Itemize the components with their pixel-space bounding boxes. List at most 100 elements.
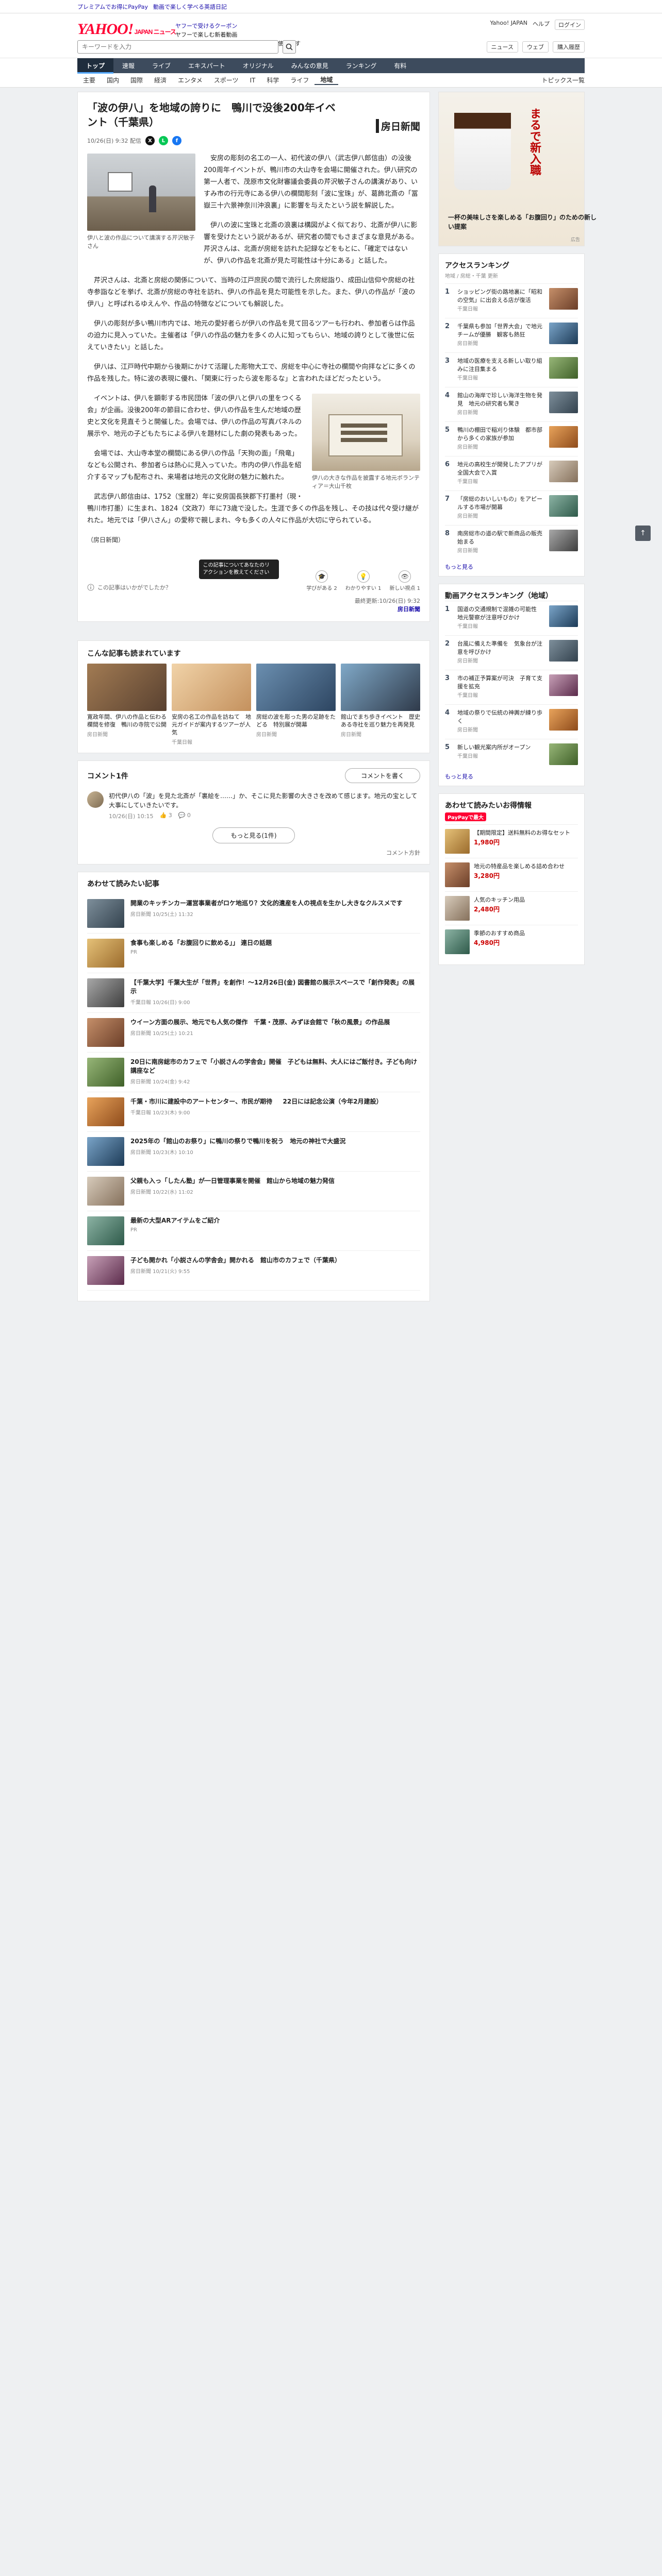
ranking-item[interactable]: 3 地域の医療を支える新しい取り組みに注目集まる 千葉日報 [445,352,578,387]
nav-item-top[interactable]: トップ [77,58,114,74]
subnav-item-domestic[interactable]: 国内 [101,76,125,84]
x-share-icon[interactable]: X [145,136,155,145]
nav-item-breaking[interactable]: 速報 [113,58,143,74]
list-item-ad[interactable]: 最新の大型ARアイテムをご紹介 PR [87,1211,420,1251]
reaction-new-view-button[interactable]: 👁 新しい視点 1 [389,570,420,591]
product-image [445,862,470,887]
feedback-label: この記事はいかがでしたか？ [97,584,171,591]
coffee-cup-image [454,113,511,190]
ranking-item[interactable]: 5 鴨川の棚田で稲刈り体験 都市部から多くの家族が参加 房日新聞 [445,421,578,456]
avatar[interactable] [87,791,104,808]
nav-item-ranking[interactable]: ランキング [337,58,386,74]
list-item[interactable]: 開業のキッチンカー運営事業者がロケ地巡り？文化的遺産を人の視点を生かし大きなクル… [87,894,420,934]
help-link[interactable]: ヘルプ [533,20,550,30]
subnav-item-science[interactable]: 科学 [261,76,285,84]
ranking-item[interactable]: 3 市の補正予算案が可決 子育て支援を拡充 千葉日報 [445,670,578,704]
purchase-history-button[interactable]: 購入履歴 [553,41,585,53]
recommended-tile[interactable]: 房総の波を彫った男の足跡をたどる 特別展が開幕 房日新聞 [256,664,336,745]
nav-item-opinion[interactable]: みんなの意見 [283,58,337,74]
thumbnail [549,426,578,448]
comment-policy-link[interactable]: コメント方針 [87,849,420,857]
sidebar-ad[interactable]: まるで新入職 一杯の美味しさを楽しめる「お腹回り」のための新しい提案 広告 [438,92,597,246]
list-item[interactable]: 子ども開かれ「小説さんの学舎会」開かれる 館山市のカフェで（千葉県） 房日新聞 1… [87,1251,420,1291]
list-item[interactable]: 2025年の「館山のお祭り」に鴨川の祭りで鴨川を祝う 地元の神社で大盛況 房日新聞… [87,1132,420,1172]
ranking-item[interactable]: 5 新しい観光案内所がオープン 千葉日報 [445,739,578,769]
comments-title: コメント1件 [87,772,128,781]
subnav-item-sports[interactable]: スポーツ [208,76,244,84]
subnav-item-entertainment[interactable]: エンタメ [172,76,208,84]
subnav-item-local[interactable]: 地域 [315,75,339,85]
reaction-buttons: 🎓 学びがある 2 💡 わかりやすい 1 👁 新しい視点 1 [306,570,420,591]
publisher-link[interactable]: 房日新聞 [398,606,420,613]
product-item[interactable]: 【期間限定】送料無料のお得なセット 1,980円 [445,824,578,858]
product-item[interactable]: 人気のキッチン用品 2,480円 [445,891,578,925]
nav-item-original[interactable]: オリジナル [234,58,283,74]
article-paragraph: 伊八は、江戸時代中期から後期にかけて活躍した彫物大工で、房総を中心に寺社の欄間や… [87,363,416,383]
yahoo-japan-link[interactable]: Yahoo! JAPAN [490,20,527,30]
artwork-photo[interactable] [312,394,420,471]
product-image [445,896,470,921]
thumbnail [549,605,578,627]
lecture-photo[interactable] [87,154,195,231]
ranking-item[interactable]: 6 地元の高校生が開発したアプリが全国大会で入賞 千葉日報 [445,456,578,490]
header-notice[interactable]: ヤフーで受けるクーポン [175,23,237,29]
login-button[interactable]: ログイン [555,20,585,30]
yahoo-logo[interactable]: YAHOO! JAPAN ニュース [77,21,176,38]
nav-item-live[interactable]: ライブ [143,58,179,74]
reaction-learn-button[interactable]: 🎓 学びがある 2 [306,570,337,591]
promo-link-2[interactable]: 動画で楽しく学べる英語日記 [153,3,227,11]
recommended-tile[interactable]: 寛政年間、伊八の作品と伝わる欄間を修復 鴨川の寺院で公開 房日新聞 [87,664,167,745]
list-item[interactable]: 千葉・市川に建設中のアートセンター、市民が期待 22日には記念公演（今年2月建設… [87,1092,420,1132]
list-item[interactable]: 【千葉大学】千葉大生が「世界」を創作！～12月26日(金) 図書館の展示スペース… [87,973,420,1013]
promo-link[interactable]: プレミアムでお得にPayPay [77,3,148,11]
ranking-item[interactable]: 4 館山の海岸で珍しい海洋生物を発見 地元の研究者も驚き 房日新聞 [445,387,578,421]
comment-like-button[interactable]: 👍 3 [159,812,172,820]
video-ranking-more-link[interactable]: もっと見る [445,772,578,781]
list-item[interactable]: 父親も入っ「したん塾」が一日管理事業を開催 館山から地域の魅力発信 房日新聞 10… [87,1172,420,1211]
header-right-links: Yahoo! JAPAN ヘルプ ログイン [490,20,585,30]
recommended-tile[interactable]: 館山でまち歩きイベント 歴史ある寺社を巡り魅力を再発見 房日新聞 [341,664,420,745]
search-button[interactable] [283,40,296,54]
ranking-item[interactable]: 2 千葉県も参加「世界大会」で地元チームが優勝 観客も熱狂 房日新聞 [445,318,578,352]
access-ranking-sub: 地域 / 房総・千葉 更新 [445,274,498,279]
subnav-item-main[interactable]: 主要 [77,76,101,84]
list-item[interactable]: 20日に南房総市のカフェで「小説さんの学舎会」開催 子どもは無料、大人にはご飯付… [87,1053,420,1092]
ranking-item[interactable]: 1 ショッピング街の路地裏に「昭和の空気」に出会える店が復活 千葉日報 [445,283,578,318]
subnav-item-life[interactable]: ライフ [285,76,315,84]
access-ranking-more-link[interactable]: もっと見る [445,563,578,571]
scope-news-button[interactable]: ニュース [486,41,518,53]
scope-web-button[interactable]: ウェブ [522,41,549,53]
ranking-item[interactable]: 4 地域の祭りで伝統の神輿が練り歩く 房日新聞 [445,704,578,739]
subnav-item-it[interactable]: IT [244,77,261,84]
deals-title: あわせて読みたいお得情報 [445,802,532,810]
list-item-ad[interactable]: 食事も楽しめる「お腹回りに飲める」」 連日の話題 PR [87,934,420,973]
nav-item-paid[interactable]: 有料 [385,58,415,74]
ranking-item[interactable]: 2 台風に備えた準備を 気象台が注意を呼びかけ 房日新聞 [445,635,578,670]
subnav-item-economy[interactable]: 経済 [148,76,172,84]
ranking-item[interactable]: 1 国道の交通規制で混雑の可能性 地元警察が注意呼びかけ 千葉日報 [445,601,578,635]
more-comments-button[interactable]: もっと見る(1件) [212,827,295,843]
product-item[interactable]: 季節のおすすめ商品 4,980円 [445,925,578,958]
thumbnail [87,939,124,968]
list-item[interactable]: ウイーン方面の展示、地元でも人気の傑作 千葉・茂原、みずほ会館で「秋の風景」の作… [87,1013,420,1053]
facebook-share-icon[interactable]: f [172,136,181,145]
recommended-tile[interactable]: 安房の名工の作品を訪ねて 地元ガイドが案内するツアーが人気 千葉日報 [172,664,251,745]
ranking-item[interactable]: 7 「房総のおいしいもの」をアピールする市場が開幕 房日新聞 [445,490,578,525]
topics-list-link[interactable]: トピックス一覧 [541,76,585,84]
comment-reply-button[interactable]: 💬 0 [178,812,191,820]
reaction-tooltip: この記事についてあなたのリアクションを教えてください [198,560,279,579]
video-ranking: 動画アクセスランキング（地域） 1 国道の交通規制で混雑の可能性 地元警察が注意呼… [438,584,585,786]
publisher-logo[interactable]: 房日新聞 [375,119,420,133]
write-comment-button[interactable]: コメントを書く [344,768,420,783]
reaction-clear-button[interactable]: 💡 わかりやすい 1 [345,570,381,591]
page-top-button[interactable]: ↑ [635,526,651,541]
product-item[interactable]: 地元の特産品を楽しめる詰め合わせ 3,280円 [445,858,578,891]
line-share-icon[interactable]: L [158,136,168,145]
search-input[interactable] [77,40,278,54]
nav-item-expert[interactable]: エキスパート [179,58,234,74]
subnav-item-world[interactable]: 国際 [125,76,148,84]
header-link-0[interactable]: ヤフーで楽しむ新着動画 [175,30,301,39]
article: 「波の伊八」を地域の誇りに 鴨川で没後200年イベント（千葉県） 房日新聞 10… [77,92,430,622]
ranking-item[interactable]: 8 南房総市の道の駅で新商品の販売始まる 房日新聞 [445,525,578,560]
site-header: YAHOO! JAPAN ニュース ヤフーで受けるクーポン ヤフーで楽しむ新着動画… [0,13,662,58]
